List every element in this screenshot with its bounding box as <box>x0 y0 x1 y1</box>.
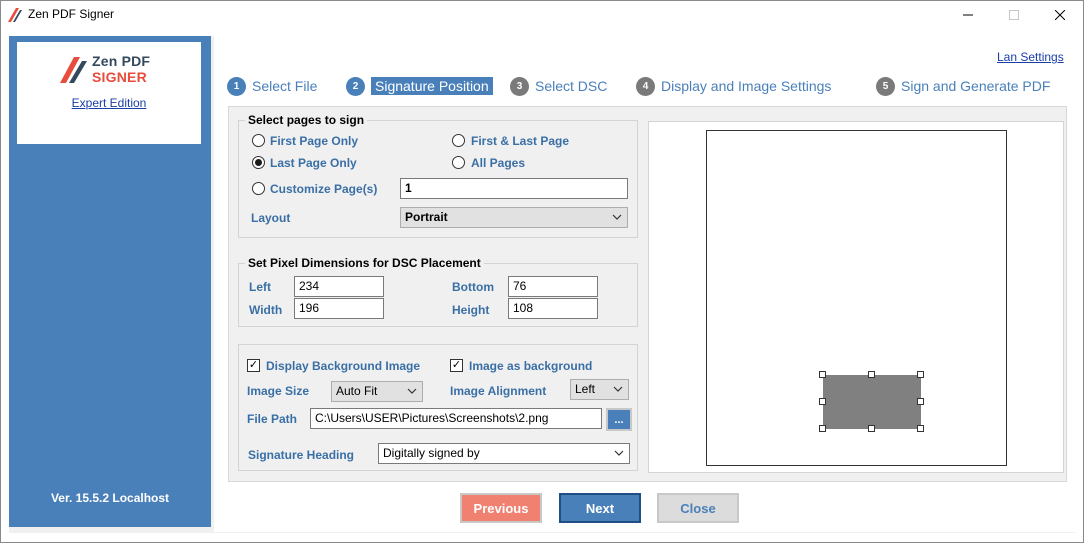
all-pages-label: All Pages <box>471 156 526 170</box>
layout-select[interactable]: Portrait <box>400 207 628 228</box>
app-logo-icon <box>8 8 22 22</box>
height-label: Height <box>452 303 490 317</box>
radio-last-page-only[interactable] <box>252 156 265 169</box>
file-path-label: File Path <box>247 412 298 426</box>
image-alignment-select[interactable]: Left <box>570 379 629 400</box>
customize-pages-label: Customize Page(s) <box>270 182 378 196</box>
image-alignment-label: Image Alignment <box>450 384 547 398</box>
title-bar: Zen PDF Signer <box>1 1 1083 29</box>
layout-label: Layout <box>251 211 291 225</box>
resize-handle[interactable] <box>868 371 875 378</box>
file-path-input[interactable]: C:\Users\USER\Pictures\Screenshots\2.png <box>310 408 602 429</box>
display-background-label: Display Background Image <box>266 359 421 373</box>
chevron-down-icon <box>614 450 624 456</box>
minimize-icon <box>963 14 973 16</box>
chevron-down-icon <box>407 388 417 394</box>
step-label: Signature Position <box>371 77 493 95</box>
first-page-only-label: First Page Only <box>270 134 359 148</box>
step-number-badge: 4 <box>636 76 655 96</box>
radio-customize-pages[interactable] <box>252 182 265 195</box>
resize-handle[interactable] <box>819 425 826 432</box>
step-number-badge: 2 <box>346 76 365 96</box>
width-input[interactable]: 196 <box>294 298 384 319</box>
step-select-file[interactable]: 1 Select File <box>227 76 317 96</box>
resize-handle[interactable] <box>868 425 875 432</box>
close-window-button[interactable] <box>1037 1 1083 29</box>
image-size-value: Auto Fit <box>336 384 378 398</box>
group-title: Select pages to sign <box>245 113 368 127</box>
browse-button[interactable]: ... <box>606 408 632 431</box>
resize-handle[interactable] <box>819 398 826 405</box>
radio-all-pages[interactable] <box>452 156 465 169</box>
signature-heading-value: Digitally signed by <box>383 446 480 460</box>
image-as-background-label: Image as background <box>469 359 593 373</box>
window-title: Zen PDF Signer <box>28 7 115 21</box>
step-sign-generate[interactable]: 5 Sign and Generate PDF <box>876 76 1050 96</box>
next-button[interactable]: Next <box>559 493 641 523</box>
radio-first-page-only[interactable] <box>252 134 265 147</box>
width-label: Width <box>249 303 283 317</box>
signature-placement-box[interactable] <box>823 375 921 429</box>
brand-logo-icon <box>60 57 87 83</box>
first-last-page-label: First & Last Page <box>471 134 570 148</box>
radio-first-last-page[interactable] <box>452 134 465 147</box>
step-number-badge: 5 <box>876 76 895 96</box>
step-label: Select DSC <box>535 78 608 94</box>
bottom-input[interactable]: 76 <box>508 276 598 297</box>
step-number-badge: 1 <box>227 76 246 96</box>
bottom-label: Bottom <box>452 280 494 294</box>
step-select-dsc[interactable]: 3 Select DSC <box>510 76 607 96</box>
left-label: Left <box>249 280 271 294</box>
height-input[interactable]: 108 <box>508 298 598 319</box>
layout-select-value: Portrait <box>405 210 448 224</box>
chevron-down-icon <box>613 386 623 392</box>
last-page-only-label: Last Page Only <box>270 156 357 170</box>
previous-button[interactable]: Previous <box>460 493 542 523</box>
image-alignment-value: Left <box>575 382 596 396</box>
lan-settings-link[interactable]: Lan Settings <box>997 50 1064 64</box>
minimize-button[interactable] <box>945 1 991 29</box>
chevron-down-icon <box>612 214 622 220</box>
brand-box: Zen PDF SIGNER Expert Edition <box>17 42 201 144</box>
brand-name-line1: Zen PDF <box>92 53 151 69</box>
image-size-select[interactable]: Auto Fit <box>331 381 423 402</box>
maximize-icon <box>1009 10 1019 20</box>
close-button[interactable]: Close <box>657 493 739 523</box>
step-display-image-settings[interactable]: 4 Display and Image Settings <box>636 76 831 96</box>
signature-heading-label: Signature Heading <box>248 448 355 462</box>
image-size-label: Image Size <box>247 384 310 398</box>
expert-edition-link[interactable]: Expert Edition <box>17 96 201 110</box>
customize-pages-input[interactable]: 1 <box>400 178 628 199</box>
step-label: Select File <box>252 78 318 94</box>
step-number-badge: 3 <box>510 76 529 96</box>
image-as-background-checkbox[interactable]: ✓ <box>450 359 463 372</box>
step-signature-position[interactable]: 2 Signature Position <box>346 76 493 96</box>
maximize-button[interactable] <box>991 1 1037 29</box>
brand-name-line2: SIGNER <box>92 69 147 85</box>
version-text: Ver. 15.5.2 Localhost <box>50 491 170 505</box>
browse-button-label: ... <box>614 413 624 426</box>
resize-handle[interactable] <box>819 371 826 378</box>
resize-handle[interactable] <box>917 371 924 378</box>
step-label: Display and Image Settings <box>661 78 832 94</box>
display-background-checkbox[interactable]: ✓ <box>247 359 260 372</box>
group-title: Set Pixel Dimensions for DSC Placement <box>245 256 484 270</box>
signature-heading-select[interactable]: Digitally signed by <box>378 443 630 464</box>
close-icon <box>1055 10 1065 20</box>
resize-handle[interactable] <box>917 425 924 432</box>
resize-handle[interactable] <box>917 398 924 405</box>
left-input[interactable]: 234 <box>294 276 384 297</box>
step-label: Sign and Generate PDF <box>901 78 1051 94</box>
